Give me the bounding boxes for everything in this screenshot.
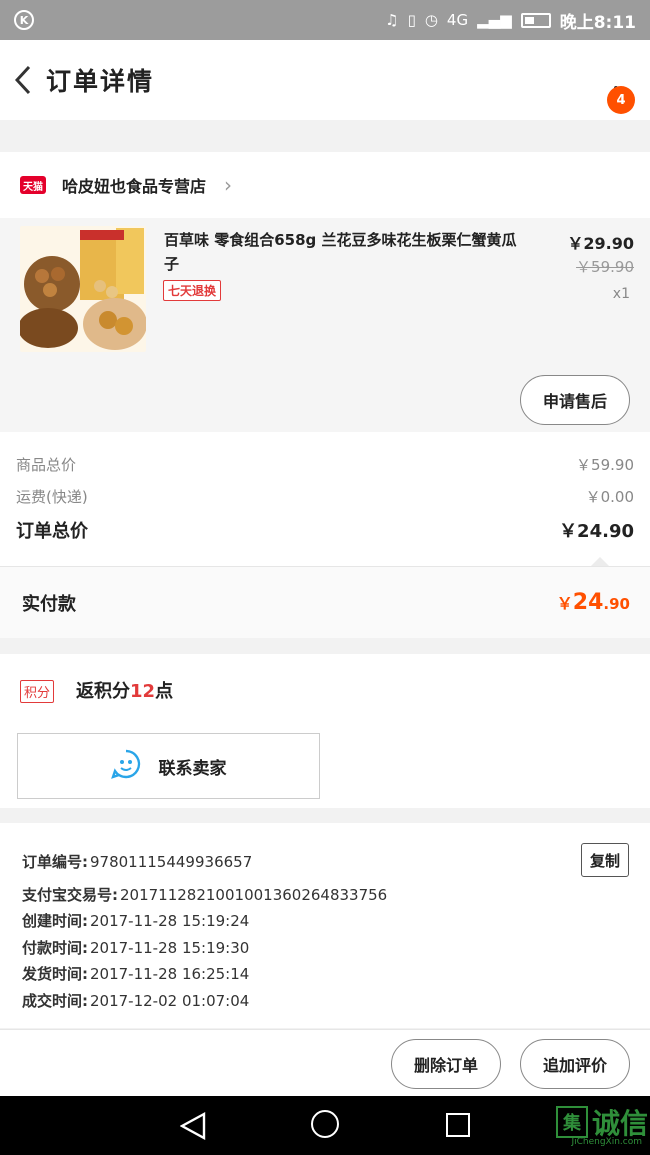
shipping-row: 运费(快递) ￥0.00	[16, 486, 634, 507]
nav-home-icon[interactable]	[311, 1110, 339, 1138]
battery-icon	[520, 12, 551, 28]
watermark-text: 诚信	[591, 1107, 648, 1140]
status-bar: K ♫ ▯ ◷ 4G ▂▄▆ 晚上8:11	[0, 0, 650, 40]
back-arrow-icon[interactable]	[0, 40, 46, 120]
points-text: 返积分12点	[76, 677, 173, 703]
shop-row[interactable]: 天猫 哈皮妞也食品专营店 ›	[0, 152, 650, 218]
chevron-right-icon: ›	[224, 173, 233, 197]
price-summary: 商品总价 ￥59.90 运费(快递) ￥0.00 订单总价 ￥24.90	[0, 432, 650, 567]
info-label: 付款时间:	[22, 939, 88, 957]
goods-total-value: ￥59.90	[576, 456, 634, 474]
product-quantity: x1	[612, 286, 630, 302]
order-actions-bar: 删除订单 追加评价	[0, 1029, 650, 1096]
system-nav-bar: 集 诚信 JiChengXin.com	[0, 1096, 650, 1155]
delete-order-button[interactable]: 删除订单	[391, 1039, 501, 1089]
chat-icon	[110, 749, 141, 783]
app-notification-icon: K	[14, 10, 34, 30]
points-prefix: 返积分	[76, 681, 130, 702]
contact-seller-label: 联系卖家	[158, 758, 227, 779]
info-label: 支付宝交易号:	[22, 886, 118, 904]
info-label: 成交时间:	[22, 992, 88, 1010]
paid-integer: 24	[572, 590, 604, 615]
signal-icon: ▂▄▆	[477, 10, 512, 29]
original-price: ￥59.90	[576, 258, 634, 276]
copy-button[interactable]: 复制	[581, 843, 629, 877]
headset-icon: ♫	[385, 10, 399, 29]
points-suffix: 点	[155, 681, 174, 702]
after-sale-button[interactable]: 申请售后	[520, 375, 630, 425]
created-time-value: 2017-11-28 15:19:24	[90, 912, 250, 930]
alipay-number-value: 2017112821001001360264833756	[120, 886, 388, 904]
completed-time-line: 成交时间: 2017-12-02 01:07:04	[22, 990, 249, 1011]
info-label: 创建时间:	[22, 912, 88, 930]
paid-decimal: .90	[603, 595, 630, 613]
status-time: 晚上8:11	[559, 12, 636, 33]
alipay-number-line: 支付宝交易号: 2017112821001001360264833756	[22, 884, 387, 905]
watermark-url: JiChengXin.com	[571, 1137, 642, 1147]
order-total-label: 订单总价	[16, 521, 88, 542]
info-label: 订单编号:	[22, 853, 88, 871]
paid-label: 实付款	[22, 593, 76, 615]
paid-currency: ￥	[556, 594, 573, 613]
order-info-section: 订单编号: 97801115449936657 支付宝交易号: 2017112821…	[0, 823, 650, 1028]
message-badge: 4	[607, 86, 635, 114]
paid-amount: ￥24.90	[557, 590, 630, 615]
nav-recent-apps-icon[interactable]	[446, 1113, 470, 1137]
order-total-value: ￥24.90	[559, 521, 634, 542]
completed-time-value: 2017-12-02 01:07:04	[90, 992, 250, 1010]
goods-total-label: 商品总价	[16, 456, 77, 474]
order-total-row: 订单总价 ￥24.90	[16, 517, 634, 543]
alarm-icon: ◷	[424, 10, 438, 29]
goods-total-row: 商品总价 ￥59.90	[16, 454, 634, 475]
nav-back-icon[interactable]	[179, 1111, 206, 1144]
order-number-line: 订单编号: 97801115449936657	[22, 851, 252, 872]
watermark-box: 集	[555, 1106, 588, 1138]
points-count: 12	[130, 681, 156, 702]
watermark-logo: 集 诚信	[555, 1102, 648, 1142]
product-thumbnail[interactable]	[20, 226, 146, 352]
product-price: ￥29.90	[567, 234, 634, 253]
paid-time-line: 付款时间: 2017-11-28 15:19:30	[22, 937, 249, 958]
shipped-time-line: 发货时间: 2017-11-28 16:25:14	[22, 963, 249, 984]
shop-name: 哈皮妞也食品专营店	[62, 177, 207, 196]
contact-seller-button[interactable]: 联系卖家	[17, 733, 320, 799]
add-review-button[interactable]: 追加评价	[520, 1039, 630, 1089]
app-header: 订单详情 4	[0, 40, 650, 120]
points-section: 积分 返积分12点 联系卖家	[0, 654, 650, 808]
shipping-label: 运费(快递)	[16, 488, 88, 506]
info-label: 发货时间:	[22, 965, 88, 983]
return-policy-tag: 七天退换	[163, 280, 222, 301]
page-title: 订单详情	[46, 67, 155, 96]
order-number-value: 97801115449936657	[90, 853, 253, 871]
paid-amount-row: 实付款 ￥24.90	[0, 566, 650, 638]
points-tag: 积分	[20, 680, 55, 703]
created-time-line: 创建时间: 2017-11-28 15:19:24	[22, 910, 249, 931]
shipping-value: ￥0.00	[585, 488, 634, 506]
network-type: 4G	[446, 10, 469, 29]
product-item[interactable]: 百草味 零食组合658g 兰花豆多味花生板栗仁蟹黄瓜子 七天退换 ￥29.90 …	[0, 218, 650, 432]
paid-time-value: 2017-11-28 15:19:30	[90, 939, 250, 957]
vibrate-icon: ▯	[407, 10, 416, 29]
shipped-time-value: 2017-11-28 16:25:14	[90, 965, 250, 983]
tmall-logo-icon: 天猫	[20, 176, 46, 194]
product-title[interactable]: 百草味 零食组合658g 兰花豆多味花生板栗仁蟹黄瓜子	[164, 228, 524, 276]
